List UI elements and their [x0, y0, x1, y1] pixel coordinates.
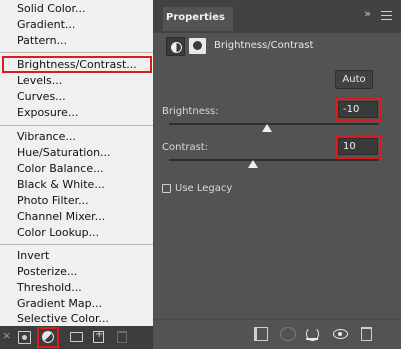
menu-item-curves[interactable]: Curves... — [0, 89, 153, 105]
use-legacy-checkbox[interactable] — [162, 184, 171, 193]
menu-item-invert[interactable]: Invert — [0, 248, 153, 264]
menu-item-selective-color[interactable]: Selective Color... — [0, 311, 153, 327]
menu-item-pattern[interactable]: Pattern... — [0, 33, 153, 49]
menu-item-vibrance[interactable]: Vibrance... — [0, 129, 153, 145]
menu-item-posterize[interactable]: Posterize... — [0, 264, 153, 280]
menu-item-threshold[interactable]: Threshold... — [0, 280, 153, 296]
collapse-icon[interactable]: » — [364, 7, 371, 20]
menu-item-color-lookup[interactable]: Color Lookup... — [0, 225, 153, 241]
layer-mask-icon[interactable] — [189, 38, 206, 54]
menu-item-levels[interactable]: Levels... — [0, 73, 153, 89]
contrast-label: Contrast: — [162, 142, 209, 153]
brightness-slider-thumb[interactable] — [262, 124, 272, 132]
menu-item-hue-saturation[interactable]: Hue/Saturation... — [0, 145, 153, 161]
contrast-slider-thumb[interactable] — [248, 160, 258, 168]
menu-separator — [0, 125, 153, 126]
brightness-contrast-icon[interactable] — [166, 37, 185, 56]
menu-separator — [0, 244, 153, 245]
trash-icon[interactable] — [117, 331, 127, 343]
menu-item-exposure[interactable]: Exposure... — [0, 105, 153, 121]
brightness-slider[interactable] — [169, 123, 379, 132]
menu-item-solid-color[interactable]: Solid Color... — [0, 1, 153, 17]
menu-item-gradient[interactable]: Gradient... — [0, 17, 153, 33]
menu-item-gradient-map[interactable]: Gradient Map... — [0, 296, 153, 312]
contrast-slider[interactable] — [169, 159, 379, 168]
reset-icon[interactable] — [306, 327, 319, 341]
view-previous-icon[interactable] — [280, 327, 296, 341]
new-layer-icon[interactable] — [93, 329, 104, 343]
panel-menu-icon[interactable] — [381, 11, 392, 20]
menu-item-brightness-contrast[interactable]: Brightness/Contrast... — [0, 57, 153, 73]
contrast-input[interactable]: 10 — [338, 138, 378, 155]
adjustment-menu: Solid Color... Gradient... Pattern... Br… — [0, 0, 153, 326]
adjustment-title: Brightness/Contrast — [214, 40, 314, 51]
menu-item-black-white[interactable]: Black & White... — [0, 177, 153, 193]
adjustment-layer-icon[interactable] — [42, 331, 54, 343]
layer-mask-icon[interactable] — [18, 331, 31, 344]
brightness-input[interactable]: -10 — [338, 101, 378, 118]
brightness-label: Brightness: — [162, 106, 219, 117]
layers-toolbar: × — [0, 326, 153, 349]
tab-properties[interactable]: Properties — [163, 7, 233, 31]
menu-item-color-balance[interactable]: Color Balance... — [0, 161, 153, 177]
group-folder-icon[interactable] — [70, 332, 83, 342]
panel-header: Properties » — [153, 0, 401, 33]
properties-panel: Properties » Brightness/Contrast Auto Br… — [153, 0, 401, 349]
clip-to-layer-icon[interactable] — [254, 327, 268, 341]
menu-separator — [0, 52, 153, 53]
properties-footer — [153, 319, 401, 349]
auto-button[interactable]: Auto — [335, 70, 373, 89]
visibility-eye-icon[interactable] — [333, 329, 348, 339]
menu-item-photo-filter[interactable]: Photo Filter... — [0, 193, 153, 209]
close-icon[interactable]: × — [2, 329, 15, 342]
use-legacy-label: Use Legacy — [175, 183, 233, 194]
menu-item-channel-mixer[interactable]: Channel Mixer... — [0, 209, 153, 225]
trash-icon[interactable] — [361, 327, 372, 341]
